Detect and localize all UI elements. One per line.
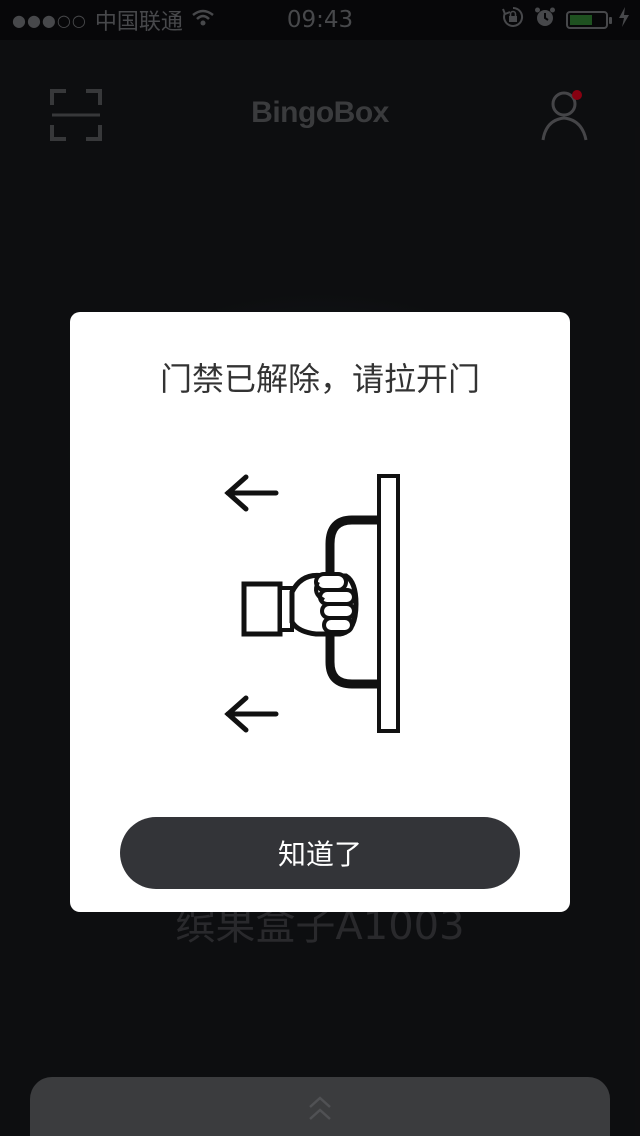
confirm-button[interactable]: 知道了 (120, 817, 520, 889)
door-unlocked-dialog: 门禁已解除，请拉开门 知道了 (70, 312, 570, 912)
pull-door-icon (220, 472, 410, 742)
arrow-left-icon (224, 474, 279, 512)
dialog-title: 门禁已解除，请拉开门 (159, 360, 480, 398)
arrow-left-icon (224, 695, 279, 733)
app-screen: ●●●○○ 中国联通 09:43 BingoBox 缤果盒子A1003 门禁已解… (0, 0, 640, 1136)
